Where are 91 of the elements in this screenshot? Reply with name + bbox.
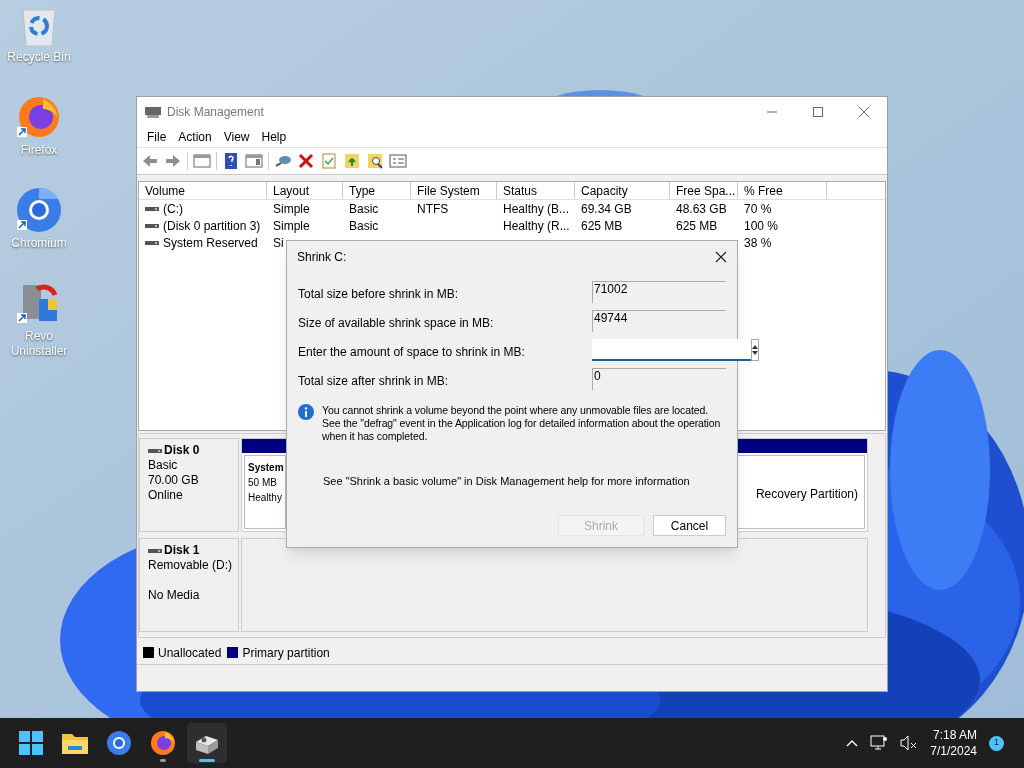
table-cell-text: 625 MB: [676, 217, 718, 235]
pane-icon[interactable]: [245, 152, 263, 170]
disk-detail: No Media: [148, 588, 201, 603]
drive-icon: [145, 222, 159, 229]
field-label: Size of available shrink space in MB:: [298, 315, 495, 332]
forward-arrow-icon[interactable]: [164, 152, 182, 170]
checklist-icon[interactable]: [320, 152, 338, 170]
readonly-field: 71002: [592, 281, 726, 303]
network-icon[interactable]: [870, 735, 889, 751]
table-cell-text: Healthy (R...: [503, 217, 570, 235]
readonly-field: 49744: [592, 310, 726, 332]
table-cell-text: System Reserved: [163, 234, 258, 252]
clock-date[interactable]: 7/1/2024: [930, 743, 977, 759]
dialog-title: Shrink C:: [297, 249, 347, 266]
table-cell-text: Simple: [273, 217, 310, 235]
help-icon[interactable]: [222, 152, 240, 170]
column-header[interactable]: Status: [497, 182, 575, 199]
legend-label: Primary partition: [242, 644, 330, 662]
folder-up-icon[interactable]: [343, 152, 361, 170]
field-label: Enter the amount of space to shrink in MB:: [298, 344, 526, 361]
table-cell-text: 100 %: [744, 217, 779, 235]
partition-text: System: [248, 461, 285, 475]
column-header[interactable]: Free Spa...: [670, 182, 738, 199]
partition-block[interactable]: System 50 MB Healthy: [244, 455, 286, 529]
disk-drive-icon: [145, 104, 161, 119]
table-cell-text: 70 %: [744, 200, 772, 218]
down-arrow-icon: [752, 351, 758, 355]
menu-item[interactable]: Action: [172, 127, 218, 146]
menu-item[interactable]: View: [217, 127, 256, 146]
notification-badge[interactable]: 1: [989, 735, 1004, 751]
drive-icon: [148, 447, 162, 454]
disk-name: Disk 1: [164, 543, 200, 558]
table-cell-text: Basic: [349, 200, 379, 218]
column-header[interactable]: Type: [343, 182, 411, 199]
table-cell-text: NTFS: [417, 200, 449, 218]
table-cell-text: 48.63 GB: [676, 200, 727, 218]
table-cell-text: (C:): [163, 200, 183, 218]
info-message: You cannot shrink a volume beyond the point where any unmovable files are located. See the "defrag" event in the Application log for detailed information about the operation when it has completed.: [322, 404, 722, 443]
clock-time[interactable]: 7:18 AM: [932, 727, 977, 743]
help-text: See "Shrink a basic volume" in Disk Management help for more information: [323, 474, 691, 489]
firefox-icon: [150, 730, 176, 756]
partition-text: Recovery Partition): [755, 486, 858, 502]
disk-detail: 70.00 GB: [148, 473, 200, 488]
speaker-muted-icon[interactable]: [900, 735, 919, 751]
drive-icon: [148, 547, 162, 554]
info-icon: [298, 404, 314, 420]
table-cell-text: 38 %: [744, 234, 772, 252]
folder-icon: [62, 732, 88, 754]
chevron-up-icon[interactable]: [846, 739, 859, 747]
column-header[interactable]: File System: [411, 182, 497, 199]
chromium-icon: [15, 186, 63, 234]
disk-name: Disk 0: [164, 443, 200, 458]
maximize-icon[interactable]: [813, 106, 823, 117]
readonly-field: 0: [592, 368, 726, 390]
partition-text: 50 MB: [248, 476, 278, 490]
folder-search-icon[interactable]: [366, 152, 384, 170]
column-header[interactable]: Capacity: [575, 182, 670, 199]
table-cell-text: 625 MB: [581, 217, 623, 235]
delete-icon[interactable]: [297, 152, 315, 170]
back-arrow-icon[interactable]: [141, 152, 159, 170]
drive-icon: [145, 239, 159, 246]
table-cell-text: 69.34 GB: [581, 200, 632, 218]
drive-icon: [145, 205, 159, 212]
column-header[interactable]: Layout: [267, 182, 343, 199]
partition-text: Healthy: [248, 491, 283, 505]
dialog-button[interactable]: Cancel: [653, 515, 726, 536]
table-cell-text: (Disk 0 partition 3): [163, 217, 261, 235]
column-header[interactable]: Volume: [139, 182, 267, 199]
disk-detail: Online: [148, 488, 184, 503]
shrink-amount-field[interactable]: [592, 339, 751, 361]
window-title: Disk Management: [167, 103, 264, 121]
table-cell-text: Basic: [349, 217, 379, 235]
spin-buttons[interactable]: [751, 339, 759, 361]
pane-icon[interactable]: [193, 152, 211, 170]
table-cell-text: Si: [273, 234, 284, 252]
legend-label: Unallocated: [158, 644, 222, 662]
windows-logo-icon: [19, 731, 43, 755]
menu-item[interactable]: Help: [255, 127, 293, 146]
taskbar-button[interactable]: [187, 723, 227, 763]
up-arrow-icon: [752, 345, 758, 349]
disk-detail: Removable (D:): [148, 558, 230, 573]
disk-detail: Basic: [148, 458, 179, 473]
recycle-bin-icon: [19, 6, 59, 48]
column-header[interactable]: % Free: [738, 182, 827, 199]
chromium-icon: [106, 730, 132, 756]
table-cell-text: Healthy (B...: [503, 200, 570, 218]
close-icon[interactable]: [715, 251, 727, 263]
menu-item[interactable]: File: [141, 127, 173, 146]
field-label: Total size after shrink in MB:: [298, 373, 450, 390]
field-label: Total size before shrink in MB:: [298, 286, 460, 303]
table-cell-text: Simple: [273, 200, 310, 218]
